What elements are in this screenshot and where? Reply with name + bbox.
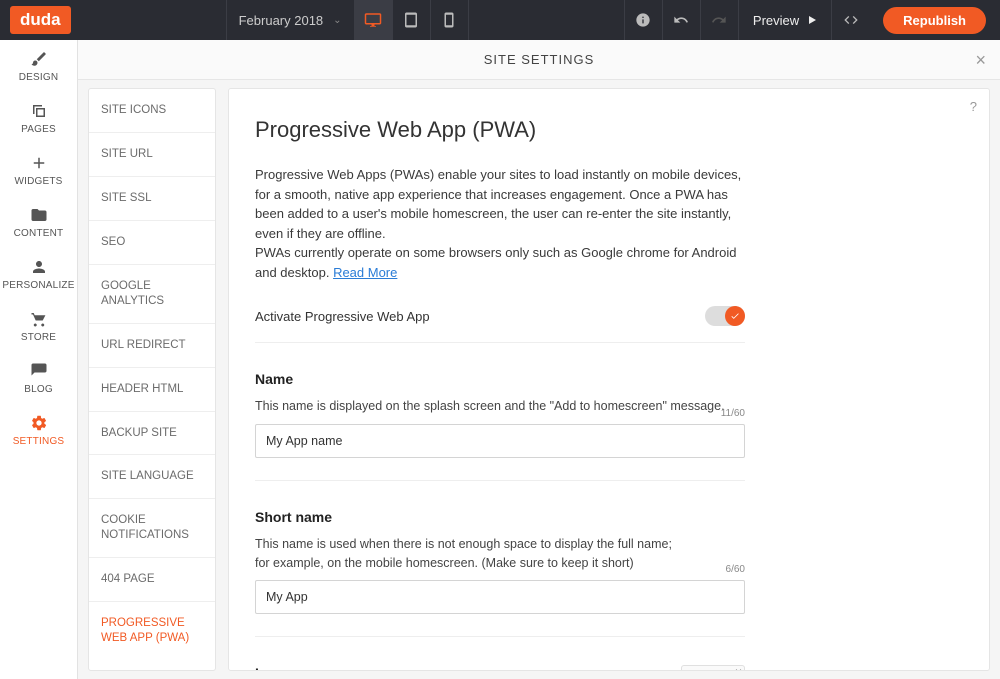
tablet-device-button[interactable] xyxy=(393,0,431,40)
settings-content: SITE SETTINGS × SITE ICONS SITE URL SITE… xyxy=(78,40,1000,679)
name-counter: 11/60 xyxy=(721,408,745,419)
icon-preview-close[interactable]: × xyxy=(735,665,742,671)
mobile-device-button[interactable] xyxy=(431,0,469,40)
nav-pwa[interactable]: PROGRESSIVE WEB APP (PWA) xyxy=(89,602,215,660)
developer-button[interactable] xyxy=(831,0,869,40)
nav-404-page[interactable]: 404 PAGE xyxy=(89,558,215,602)
iconbar-store[interactable]: STORE xyxy=(0,300,77,352)
undo-icon xyxy=(673,12,689,28)
main-area: DESIGN PAGES WIDGETS CONTENT PERSONALIZE… xyxy=(0,40,1000,679)
iconbar-design[interactable]: DESIGN xyxy=(0,40,77,92)
activate-label: Activate Progressive Web App xyxy=(255,309,430,324)
iconbar-pages[interactable]: PAGES xyxy=(0,92,77,144)
mobile-icon xyxy=(440,11,458,29)
iconbar-widgets[interactable]: WIDGETS xyxy=(0,144,77,196)
topbar: duda February 2018 ⌄ Preview xyxy=(0,0,1000,40)
close-icon[interactable]: × xyxy=(975,50,986,71)
iconbar-personalize[interactable]: PERSONALIZE xyxy=(0,248,77,300)
name-field-block: Name This name is displayed on the splas… xyxy=(255,371,745,481)
pwa-description: Progressive Web Apps (PWAs) enable your … xyxy=(255,165,755,282)
brand-logo: duda xyxy=(10,6,71,34)
code-icon xyxy=(843,12,859,28)
pages-icon xyxy=(30,102,48,120)
preview-button[interactable]: Preview xyxy=(738,0,831,40)
name-input[interactable] xyxy=(255,424,745,458)
short-name-input[interactable] xyxy=(255,580,745,614)
short-name-counter: 6/60 xyxy=(726,564,745,575)
icon-title: Icon xyxy=(255,665,661,671)
iconbar-blog[interactable]: BLOG xyxy=(0,352,77,404)
desktop-device-button[interactable] xyxy=(355,0,393,40)
pwa-heading: Progressive Web App (PWA) xyxy=(255,117,963,143)
gear-icon xyxy=(30,414,48,432)
nav-site-url[interactable]: SITE URL xyxy=(89,133,215,177)
month-label: February 2018 xyxy=(239,13,324,28)
icon-field-block: Icon This icon appears on the mobile hom… xyxy=(255,665,745,671)
folder-icon xyxy=(30,206,48,224)
play-icon xyxy=(807,15,817,25)
nav-url-redirect[interactable]: URL REDIRECT xyxy=(89,324,215,368)
settings-body: SITE ICONS SITE URL SITE SSL SEO GOOGLE … xyxy=(78,80,1000,679)
device-toggle-group xyxy=(355,0,469,40)
desktop-icon xyxy=(364,11,382,29)
nav-header-html[interactable]: HEADER HTML xyxy=(89,368,215,412)
nav-site-ssl[interactable]: SITE SSL xyxy=(89,177,215,221)
nav-backup-site[interactable]: BACKUP SITE xyxy=(89,412,215,456)
icon-preview[interactable]: × L xyxy=(681,665,745,671)
republish-button[interactable]: Republish xyxy=(883,7,986,34)
nav-site-language[interactable]: SITE LANGUAGE xyxy=(89,455,215,499)
person-icon xyxy=(30,258,48,276)
chevron-down-icon: ⌄ xyxy=(333,15,341,26)
preview-label: Preview xyxy=(753,13,799,28)
undo-button[interactable] xyxy=(662,0,700,40)
info-icon xyxy=(635,12,651,28)
short-name-field-block: Short name This name is used when there … xyxy=(255,509,745,638)
left-iconbar: DESIGN PAGES WIDGETS CONTENT PERSONALIZE… xyxy=(0,40,78,679)
cart-icon xyxy=(30,310,48,328)
brush-icon xyxy=(30,50,48,68)
activate-toggle[interactable] xyxy=(705,306,745,326)
settings-title: SITE SETTINGS xyxy=(484,52,595,67)
nav-seo[interactable]: SEO xyxy=(89,221,215,265)
top-actions: Preview Republish xyxy=(624,0,1000,40)
pwa-panel: ? Progressive Web App (PWA) Progressive … xyxy=(228,88,990,671)
nav-google-analytics[interactable]: GOOGLE ANALYTICS xyxy=(89,265,215,324)
settings-nav: SITE ICONS SITE URL SITE SSL SEO GOOGLE … xyxy=(88,88,216,671)
name-title: Name xyxy=(255,371,745,387)
info-button[interactable] xyxy=(624,0,662,40)
redo-icon xyxy=(711,12,727,28)
redo-button[interactable] xyxy=(700,0,738,40)
month-selector[interactable]: February 2018 ⌄ xyxy=(226,0,355,40)
plus-icon xyxy=(30,154,48,172)
nav-site-icons[interactable]: SITE ICONS xyxy=(89,89,215,133)
iconbar-settings[interactable]: SETTINGS xyxy=(0,404,77,456)
nav-cookie-notifications[interactable]: COOKIE NOTIFICATIONS xyxy=(89,499,215,558)
iconbar-content[interactable]: CONTENT xyxy=(0,196,77,248)
short-name-desc: This name is used when there is not enou… xyxy=(255,535,745,573)
short-name-title: Short name xyxy=(255,509,745,525)
check-icon xyxy=(730,311,740,321)
read-more-link[interactable]: Read More xyxy=(333,265,397,280)
name-desc: This name is displayed on the splash scr… xyxy=(255,397,745,416)
tablet-icon xyxy=(402,11,420,29)
activate-toggle-row: Activate Progressive Web App xyxy=(255,306,745,343)
help-icon[interactable]: ? xyxy=(970,99,977,114)
toggle-knob xyxy=(725,306,745,326)
comment-icon xyxy=(30,362,48,380)
settings-header: SITE SETTINGS × xyxy=(78,40,1000,80)
